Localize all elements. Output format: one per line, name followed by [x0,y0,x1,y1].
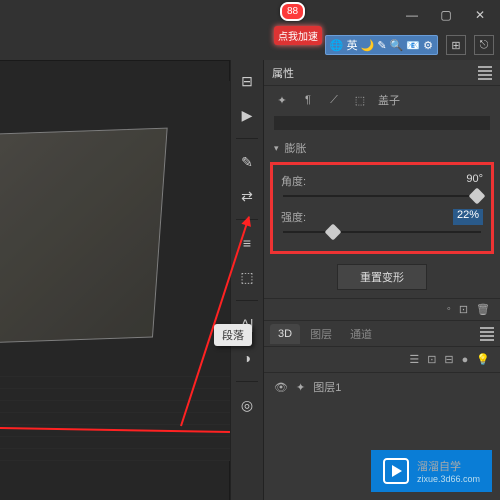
tool-arrange-icon[interactable]: ⊟ [234,68,260,94]
footer-icon-2[interactable]: ⊡ [459,303,468,316]
footer-icon-1[interactable]: ◦ [447,303,451,316]
tool-column: ⊟ ▶ ✎ ⇄ ≡ ⬚ A| ◑ ◎ [230,60,264,500]
intensity-slider[interactable] [283,231,481,233]
angle-thumb[interactable] [469,188,486,205]
tool-swap-icon[interactable]: ⇄ [234,183,260,209]
layertool-sphere-icon[interactable]: ● [462,354,469,366]
canvas-viewport[interactable] [0,60,230,500]
titlebar: — ▢ ✕ [0,0,500,30]
tool-contrast-icon[interactable]: ◑ [234,345,260,371]
paragraph-panel-tab[interactable]: 段落 [214,324,252,346]
visibility-eye-icon[interactable]: 👁 [274,381,288,394]
watermark: 溜溜自学 zixue.3d66.com [371,450,492,492]
layertool-filter-icon[interactable]: ☰ [409,353,419,366]
close-button[interactable]: ✕ [464,3,496,27]
angle-value[interactable]: 90° [466,173,483,189]
type-icon-4[interactable]: ⬚ [352,92,368,108]
properties-header: 属性 [264,60,500,86]
intensity-control: 强度: 22% [279,205,485,241]
3d-object[interactable] [0,128,168,345]
share-button[interactable]: ⎋ [474,35,494,55]
arrange-button[interactable]: ⊞ [446,35,466,55]
tool-cc-icon[interactable]: ◎ [234,392,260,418]
reset-deform-button[interactable]: 重置变形 [337,264,427,290]
inflate-section-header[interactable]: 膨胀 [264,136,500,160]
properties-title: 属性 [272,65,294,81]
tab-layers[interactable]: 图层 [302,322,340,346]
layer-row[interactable]: 👁 ✦ 图层1 [264,373,500,401]
tab-channels[interactable]: 通道 [342,322,380,346]
layertool-box-icon[interactable]: ⊡ [427,353,436,366]
ime-lang: 英 [347,37,358,53]
tool-brush-icon[interactable]: ✎ [234,149,260,175]
ime-icons: 🌙 ✎ 🔍 📧 ⚙ [361,39,433,52]
intensity-thumb[interactable] [324,224,341,241]
angle-slider[interactable] [283,195,481,197]
type-icon-1[interactable]: ✦ [274,92,290,108]
watermark-logo-icon [383,458,409,484]
watermark-brand: 溜溜自学 [417,461,461,473]
type-icon-2[interactable]: ¶ [300,92,316,108]
layer-thumb-icon: ✦ [296,381,305,394]
trash-icon[interactable]: 🗑 [476,303,490,316]
maximize-button[interactable]: ▢ [430,3,462,27]
highlighted-controls: 角度: 90° 强度: 22% [270,162,494,254]
layer-name[interactable]: 图层1 [313,379,341,395]
type-icon-3[interactable]: ⟋ [326,92,342,108]
accelerator-tag[interactable]: 点我加速 [274,26,322,45]
properties-type-row: ✦ ¶ ⟋ ⬚ 盖子 [264,86,500,114]
angle-control: 角度: 90° [279,169,485,205]
angle-label: 角度: [281,173,306,189]
tool-play-icon[interactable]: ▶ [234,102,260,128]
layers-menu-icon[interactable] [480,327,494,341]
layer-tools-row: ☰ ⊡ ⊟ ● 💡 [264,347,500,373]
intensity-value[interactable]: 22% [453,209,483,225]
type-label: 盖子 [378,92,400,108]
tool-rect-icon[interactable]: ⬚ [234,264,260,290]
intensity-label: 强度: [281,209,306,225]
ime-globe-icon: 🌐 [330,39,344,52]
tab-3d[interactable]: 3D [270,324,300,344]
secondary-bar: 🌐 英 🌙 ✎ 🔍 📧 ⚙ ⊞ ⎋ [0,30,500,60]
accelerator-badge[interactable]: 88 [280,2,305,21]
minimize-button[interactable]: — [396,3,428,27]
ime-indicator[interactable]: 🌐 英 🌙 ✎ 🔍 📧 ⚙ [325,35,438,55]
watermark-url: zixue.3d66.com [417,474,480,484]
panel-footer-icons: ◦ ⊡ 🗑 [264,298,500,321]
panel-menu-icon[interactable] [478,66,492,80]
layertool-cylinder-icon[interactable]: ⊟ [444,353,453,366]
layers-tabs: 3D 图层 通道 [264,321,500,347]
layertool-light-icon[interactable]: 💡 [476,353,490,366]
